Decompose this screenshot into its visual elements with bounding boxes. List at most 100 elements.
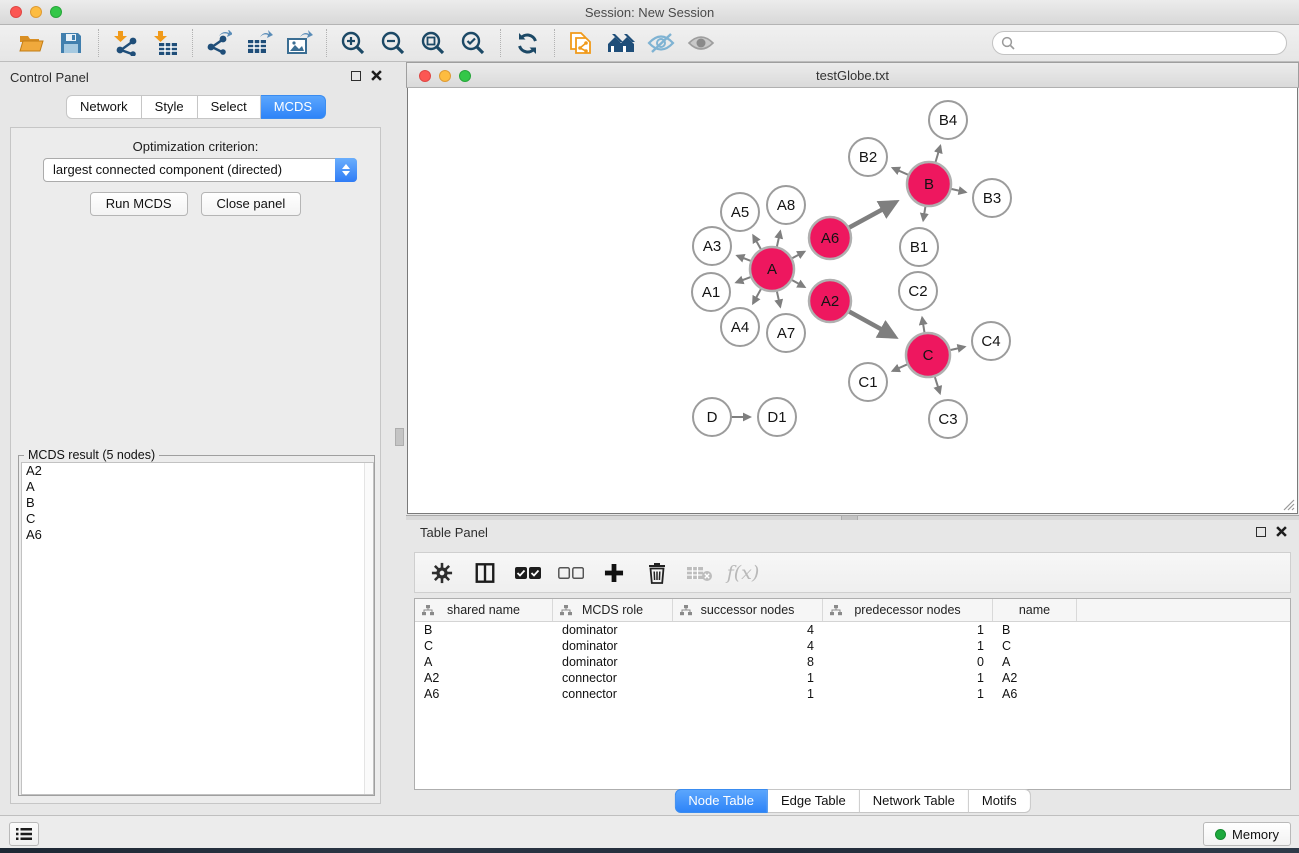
select-all-columns-icon[interactable] (515, 560, 541, 586)
node-A7[interactable]: A7 (767, 314, 805, 352)
table-cell: 1 (823, 686, 993, 702)
float-panel-icon[interactable] (351, 71, 361, 81)
node-C3[interactable]: C3 (929, 400, 967, 438)
delete-table-icon (687, 560, 713, 586)
result-item[interactable]: A6 (22, 527, 373, 543)
column-header-shared-name[interactable]: shared name (415, 599, 553, 621)
result-item[interactable]: A (22, 479, 373, 495)
close-panel-icon[interactable] (371, 70, 382, 81)
delete-column-icon[interactable] (644, 560, 670, 586)
export-image-icon[interactable] (282, 28, 316, 58)
close-table-panel-icon[interactable] (1276, 526, 1287, 537)
float-table-panel-icon[interactable] (1256, 527, 1266, 537)
node-C4[interactable]: C4 (972, 322, 1010, 360)
node-B3[interactable]: B3 (973, 179, 1011, 217)
svg-text:A1: A1 (702, 284, 720, 301)
tab-network[interactable]: Network (66, 95, 142, 119)
first-neighbors-icon[interactable] (604, 28, 638, 58)
memory-button[interactable]: Memory (1203, 822, 1291, 846)
node-B4[interactable]: B4 (929, 101, 967, 139)
export-network-icon[interactable] (202, 28, 236, 58)
table-row[interactable]: Adominator80A (415, 654, 1290, 670)
svg-text:B2: B2 (859, 149, 877, 166)
svg-text:B3: B3 (983, 190, 1001, 207)
criterion-dropdown[interactable]: largest connected component (directed) (43, 158, 357, 182)
table-cell: 1 (673, 686, 823, 702)
table-row[interactable]: Cdominator41C (415, 638, 1290, 654)
svg-text:A6: A6 (821, 230, 839, 247)
table-cell: B (415, 622, 553, 638)
save-session-icon[interactable] (54, 28, 88, 58)
hide-selected-icon[interactable] (644, 28, 678, 58)
node-A2[interactable]: A2 (809, 280, 851, 322)
mcds-result-box: MCDS result (5 nodes) A2ABCA6 (18, 455, 375, 796)
node-A5[interactable]: A5 (721, 193, 759, 231)
network-graph[interactable]: B4 B2 B B3 A5 A8 A6 B1 A3 A C2 A1 A2 A4A7 C4 C C1 C3 D D1 (408, 88, 1297, 512)
table-cell: A6 (993, 686, 1077, 702)
resize-grip-icon[interactable] (1282, 498, 1295, 511)
zoom-out-icon[interactable] (376, 28, 410, 58)
table-cell: 0 (823, 654, 993, 670)
tab-edge-table[interactable]: Edge Table (768, 789, 860, 813)
open-session-icon[interactable] (14, 28, 48, 58)
node-C[interactable]: C (906, 333, 950, 377)
tab-mcds[interactable]: MCDS (261, 95, 326, 119)
tab-select[interactable]: Select (198, 95, 261, 119)
run-mcds-button[interactable]: Run MCDS (90, 192, 188, 216)
tab-style[interactable]: Style (142, 95, 198, 119)
node-C2[interactable]: C2 (899, 272, 937, 310)
node-A6[interactable]: A6 (809, 217, 851, 259)
import-table-icon[interactable] (148, 28, 182, 58)
result-item[interactable]: A2 (22, 463, 373, 479)
table-row[interactable]: A6connector11A6 (415, 686, 1290, 702)
create-column-icon[interactable] (601, 560, 627, 586)
tab-node-table[interactable]: Node Table (674, 789, 768, 813)
table-cell: 1 (823, 670, 993, 686)
node-C1[interactable]: C1 (849, 363, 887, 401)
refresh-icon[interactable] (510, 28, 544, 58)
tab-network-table[interactable]: Network Table (860, 789, 969, 813)
node-B1[interactable]: B1 (900, 228, 938, 266)
tab-motifs[interactable]: Motifs (969, 789, 1031, 813)
zoom-fit-icon[interactable] (416, 28, 450, 58)
mcds-result-list[interactable]: A2ABCA6 (21, 462, 374, 795)
vertical-splitter-handle[interactable] (395, 428, 404, 446)
close-panel-button[interactable]: Close panel (201, 192, 302, 216)
deselect-all-columns-icon[interactable] (558, 560, 584, 586)
column-header-mcds-role[interactable]: MCDS role (553, 599, 673, 621)
import-network-icon[interactable] (108, 28, 142, 58)
app-title: Session: New Session (0, 5, 1299, 20)
table-cell: 1 (823, 638, 993, 654)
search-input[interactable] (992, 31, 1287, 55)
export-table-icon[interactable] (242, 28, 276, 58)
result-item[interactable]: C (22, 511, 373, 527)
result-scrollbar[interactable] (364, 463, 373, 794)
column-header-successor-nodes[interactable]: successor nodes (673, 599, 823, 621)
network-window-titlebar[interactable]: testGlobe.txt (406, 62, 1299, 88)
table-row[interactable]: A2connector11A2 (415, 670, 1290, 686)
node-A[interactable]: A (750, 247, 794, 291)
task-history-button[interactable] (9, 822, 39, 846)
zoom-in-icon[interactable] (336, 28, 370, 58)
svg-text:A5: A5 (731, 204, 749, 221)
zoom-selected-icon[interactable] (456, 28, 490, 58)
column-header-predecessor-nodes[interactable]: predecessor nodes (823, 599, 993, 621)
node-B2[interactable]: B2 (849, 138, 887, 176)
node-A4[interactable]: A4 (721, 308, 759, 346)
node-B[interactable]: B (907, 162, 951, 206)
result-item[interactable]: B (22, 495, 373, 511)
show-columns-icon[interactable] (472, 560, 498, 586)
table-settings-gear-icon[interactable] (429, 560, 455, 586)
node-D[interactable]: D (693, 398, 731, 436)
network-from-selection-icon[interactable] (564, 28, 598, 58)
show-all-icon[interactable] (684, 28, 718, 58)
table-cell: 8 (673, 654, 823, 670)
column-label: name (1019, 603, 1050, 617)
column-header-name[interactable]: name (993, 599, 1077, 621)
node-A1[interactable]: A1 (692, 273, 730, 311)
node-A3[interactable]: A3 (693, 227, 731, 265)
node-D1[interactable]: D1 (758, 398, 796, 436)
network-canvas[interactable]: B4 B2 B B3 A5 A8 A6 B1 A3 A C2 A1 A2 A4A7 C4 C C1 C3 D D1 (407, 88, 1298, 514)
table-row[interactable]: Bdominator41B (415, 622, 1290, 638)
node-A8[interactable]: A8 (767, 186, 805, 224)
